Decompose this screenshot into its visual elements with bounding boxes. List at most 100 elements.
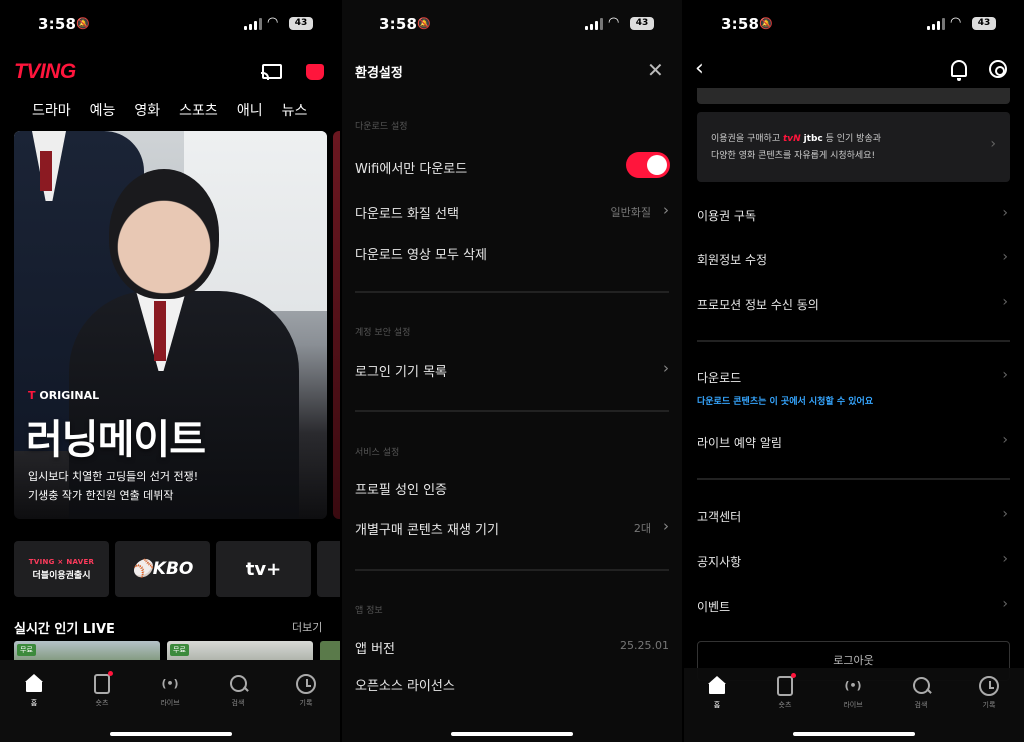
tab-label: 기록 xyxy=(299,699,313,707)
notification-bell-icon[interactable] xyxy=(951,60,967,81)
tab-live[interactable]: (•) 라이브 xyxy=(145,674,195,708)
original-badge: T ORIGINAL xyxy=(28,389,100,402)
chevron-right-icon: › xyxy=(663,201,669,219)
menu-event[interactable]: 이벤트 › xyxy=(697,596,1010,615)
subscription-promo-card[interactable]: 이용권을 구매하고 tvN jtbc 등 인기 방송과 다양한 영화 콘텐츠를 … xyxy=(697,112,1010,182)
category-variety[interactable]: 예능 xyxy=(90,100,116,120)
free-badge: 무료 xyxy=(170,644,189,656)
mypage-screen: 3:58 🔕 ◠ 43 ‹ 이용권을 구매하고 tvN jtbc 등 인기 방송… xyxy=(683,0,1024,742)
promo-text-b: 등 인기 방송과 xyxy=(825,134,882,144)
close-icon[interactable]: ✕ xyxy=(647,58,664,82)
tab-shorts[interactable]: 숏츠 xyxy=(77,671,127,708)
jtbc-logo: jtbc xyxy=(803,134,823,144)
tvn-logo: tvN xyxy=(782,134,801,144)
status-bar: 3:58 🔕 ◠ 43 xyxy=(0,0,341,48)
section-account: 계정 보안 설정 xyxy=(355,328,411,338)
shorts-icon xyxy=(94,671,113,694)
tab-search[interactable]: 검색 xyxy=(213,674,263,708)
category-news[interactable]: 뉴스 xyxy=(282,100,308,120)
divider xyxy=(355,569,669,571)
download-quality-label: 다운로드 화질 선택 xyxy=(355,207,459,222)
menu-download[interactable]: 다운로드 다운로드 콘텐츠는 이 곳에서 시청할 수 있어요 › xyxy=(697,367,1010,407)
hero-description: 입시보다 치열한 고딩들의 선거 전쟁! 기생충 작가 한진원 연출 데뷔작 xyxy=(28,467,198,505)
chevron-right-icon: › xyxy=(663,517,669,535)
status-bar: 3:58 🔕 ◠ 43 xyxy=(683,0,1024,48)
search-icon xyxy=(911,676,931,696)
chip-double-pass-label: 더블이용권출시 xyxy=(32,570,91,581)
tving-logo[interactable]: TVING xyxy=(14,60,76,84)
cast-icon[interactable] xyxy=(261,64,282,80)
section-download: 다운로드 설정 xyxy=(355,122,408,132)
hero-title: 러닝메이트 xyxy=(26,417,206,463)
hero-tie xyxy=(154,301,166,361)
chip-kbo[interactable]: ⚾ KBO xyxy=(115,541,210,597)
brand-chips: TVING × NAVER 더블이용권출시 ⚾ KBO tv+ xyxy=(14,541,341,597)
panel-separator xyxy=(682,0,684,742)
menu-subscribe[interactable]: 이용권 구독 › xyxy=(697,205,1010,224)
home-indicator xyxy=(451,732,573,736)
hero-desc-line1: 입시보다 치열한 고딩들의 선거 전쟁! xyxy=(28,470,199,483)
profile-icon[interactable] xyxy=(306,64,324,80)
shorts-icon xyxy=(777,673,796,696)
signal-icon xyxy=(244,18,262,30)
tab-label: 숏츠 xyxy=(95,699,109,707)
download-quality-row[interactable]: 다운로드 화질 선택 일반화질 › xyxy=(355,201,669,222)
adult-auth-row[interactable]: 프로필 성인 인증 xyxy=(355,479,669,498)
wifi-only-row: Wifi에서만 다운로드 xyxy=(355,158,669,177)
home-indicator xyxy=(110,732,232,736)
home-icon xyxy=(707,676,727,696)
menu-label: 이용권 구독 xyxy=(697,209,757,223)
menu-label: 공지사항 xyxy=(697,555,742,569)
tab-label: 홈 xyxy=(713,701,721,709)
menu-profile-edit[interactable]: 회원정보 수정 › xyxy=(697,249,1010,268)
tab-shorts[interactable]: 숏츠 xyxy=(760,673,810,710)
wifi-icon: ◠ xyxy=(608,15,620,30)
menu-support[interactable]: 고객센터 › xyxy=(697,506,1010,525)
tab-label: 홈 xyxy=(30,699,38,707)
tab-label: 검색 xyxy=(231,699,245,707)
playback-devices-row[interactable]: 개별구매 콘텐츠 재생 기기 2대 › xyxy=(355,517,669,538)
license-label: 오픈소스 라이선스 xyxy=(355,679,455,694)
tab-home[interactable]: 홈 xyxy=(9,674,59,708)
chip-next-peek[interactable] xyxy=(317,541,341,597)
status-time: 3:58 xyxy=(721,15,760,33)
wifi-icon: ◠ xyxy=(950,15,962,30)
back-icon[interactable]: ‹ xyxy=(695,56,704,81)
menu-live-alarm[interactable]: 라이브 예약 알림 › xyxy=(697,432,1010,451)
menu-label: 다운로드 xyxy=(697,371,742,385)
wifi-only-toggle[interactable] xyxy=(626,152,670,178)
hero-banner[interactable]: T ORIGINAL 러닝메이트 입시보다 치열한 고딩들의 선거 전쟁! 기생… xyxy=(14,131,327,519)
promo-line1: 이용권을 구매하고 tvN jtbc 등 인기 방송과 xyxy=(711,131,881,144)
chevron-right-icon: › xyxy=(663,359,669,377)
adult-auth-label: 프로필 성인 인증 xyxy=(355,483,447,498)
menu-promo-consent[interactable]: 프로모션 정보 수신 동의 › xyxy=(697,294,1010,313)
tab-history[interactable]: 기록 xyxy=(964,676,1014,710)
chevron-right-icon: › xyxy=(1002,596,1008,612)
category-drama[interactable]: 드라마 xyxy=(32,100,71,120)
menu-notice[interactable]: 공지사항 › xyxy=(697,551,1010,570)
license-row[interactable]: 오픈소스 라이선스 xyxy=(355,675,669,694)
hero-figure-head xyxy=(109,169,219,299)
chevron-right-icon: › xyxy=(1002,205,1008,221)
category-movie[interactable]: 영화 xyxy=(134,100,160,120)
chip-double-pass[interactable]: TVING × NAVER 더블이용권출시 xyxy=(14,541,109,597)
history-icon xyxy=(296,674,316,694)
bottom-tab-bar: 홈 숏츠 (•) 라이브 검색 기록 xyxy=(683,668,1024,742)
app-version-value: 25.25.01 xyxy=(620,639,669,652)
wifi-only-label: Wifi에서만 다운로드 xyxy=(355,162,468,177)
tab-home[interactable]: 홈 xyxy=(692,676,742,710)
more-link[interactable]: 더보기 xyxy=(292,619,322,635)
tab-live[interactable]: (•) 라이브 xyxy=(828,676,878,710)
battery-icon: 43 xyxy=(972,17,996,30)
login-devices-row[interactable]: 로그인 기기 목록 › xyxy=(355,359,669,380)
category-sports[interactable]: 스포츠 xyxy=(179,100,218,120)
section-app: 앱 정보 xyxy=(355,606,383,616)
delete-downloads-row[interactable]: 다운로드 영상 모두 삭제 xyxy=(355,244,669,263)
chip-apple-tv[interactable]: tv+ xyxy=(216,541,311,597)
chip-apple-tv-label: tv+ xyxy=(245,558,282,580)
tab-search[interactable]: 검색 xyxy=(896,676,946,710)
tab-history[interactable]: 기록 xyxy=(281,674,331,708)
category-anime[interactable]: 애니 xyxy=(237,100,263,120)
history-icon xyxy=(979,676,999,696)
gear-icon[interactable] xyxy=(989,60,1007,78)
